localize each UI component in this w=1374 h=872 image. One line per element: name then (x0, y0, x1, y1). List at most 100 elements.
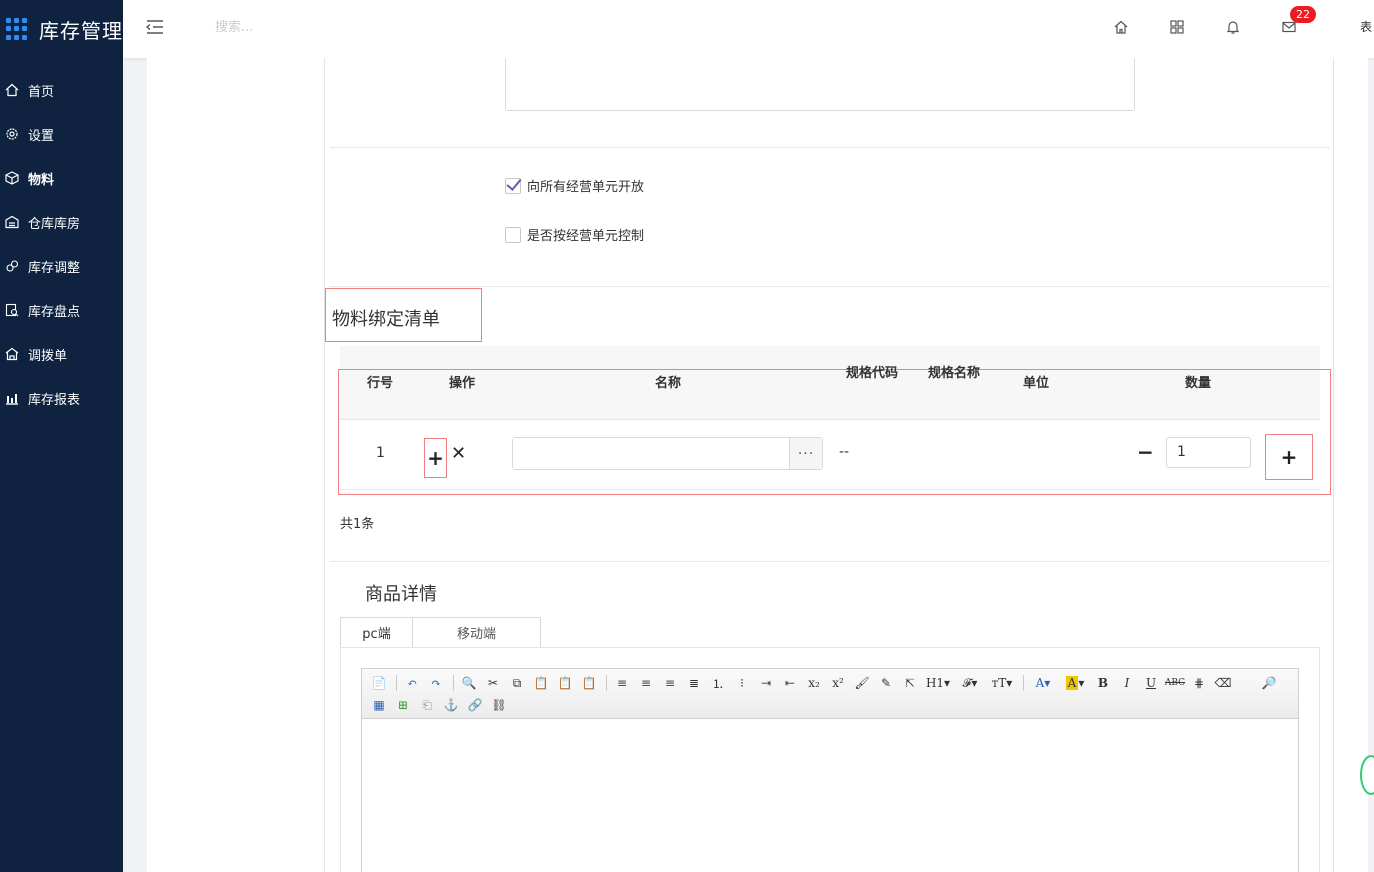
open-all-label: 向所有经营单元开放 (527, 180, 645, 195)
undo-icon[interactable]: ↶ (401, 673, 423, 693)
table-icon[interactable]: ▦ (368, 695, 390, 715)
row-divider (340, 489, 1320, 490)
sidebar-item-settings[interactable]: 设置 (0, 112, 123, 156)
underline-icon[interactable]: U (1140, 673, 1162, 693)
copy-icon[interactable]: ⧉ (506, 673, 528, 693)
app-title: 库存管理 (39, 18, 123, 43)
qty-increase-button[interactable]: + (1265, 434, 1313, 480)
qty-input[interactable]: 1 (1166, 437, 1251, 468)
font-family-icon[interactable]: 𝓕▾ (955, 673, 985, 693)
qty-decrease-button[interactable]: − (1137, 440, 1154, 464)
insert-row-icon[interactable]: ⊞ (392, 695, 414, 715)
main-content: 向所有经营单元开放 是否按经营单元控制 物料绑定清单 行号 操作 名称 规格代码… (147, 58, 1374, 872)
description-textarea[interactable] (505, 58, 1135, 111)
header-edge-text: 表 (1359, 20, 1372, 34)
outdent-icon[interactable]: ⇤ (779, 673, 801, 693)
col-spec-name-header: 规格名称 (927, 366, 980, 381)
tab-mobile[interactable]: 移动端 (413, 617, 541, 648)
search-input[interactable] (215, 20, 415, 35)
add-row-button[interactable]: + (424, 438, 447, 478)
paste-word-icon[interactable]: 📋 (578, 673, 600, 693)
sidebar-item-materials[interactable]: 物料 (0, 156, 123, 200)
sidebar-item-transfer[interactable]: 调拨单 (0, 332, 123, 376)
top-header: 22 表 (123, 0, 1374, 58)
material-name-input[interactable] (513, 438, 789, 469)
paste-icon[interactable]: 📋 (530, 673, 552, 693)
page-break-icon[interactable]: ⎗ (416, 695, 438, 715)
editor-body[interactable] (362, 719, 1298, 872)
unordered-list-icon[interactable]: ⁝ (731, 673, 753, 693)
divider (330, 286, 1330, 287)
gear-icon (4, 126, 20, 142)
sidebar-item-home[interactable]: 首页 (0, 68, 123, 112)
bell-icon[interactable] (1223, 17, 1243, 37)
menu-toggle-icon[interactable] (145, 18, 165, 36)
cut-icon[interactable]: ✂ (482, 673, 504, 693)
search-replace-icon[interactable]: 🔎 (1258, 673, 1280, 693)
bold-icon[interactable]: B (1092, 673, 1114, 693)
indent-icon[interactable]: ⇥ (755, 673, 777, 693)
redo-icon[interactable]: ↷ (425, 673, 447, 693)
select-all-icon[interactable]: ✎ (875, 673, 897, 693)
sidebar-item-stock-adjust[interactable]: 库存调整 (0, 244, 123, 288)
sidebar-item-label: 设置 (28, 128, 55, 144)
col-qty-header: 数量 (1184, 376, 1211, 391)
floating-widget[interactable] (1360, 755, 1374, 795)
eraser-icon[interactable]: ⌫ (1212, 673, 1234, 693)
app-logo[interactable]: 库存管理 (0, 0, 123, 58)
sidebar-item-label: 库存调整 (28, 260, 81, 276)
divider (330, 147, 1330, 148)
link-icon[interactable]: 🔗 (464, 695, 486, 715)
clear-format-icon[interactable]: 🖌 (851, 673, 873, 693)
align-center-icon[interactable]: ≡ (635, 673, 657, 693)
anchor-icon[interactable]: ⚓ (440, 695, 462, 715)
col-name-header: 名称 (654, 376, 681, 391)
pointer-icon[interactable]: ⇱ (899, 673, 921, 693)
control-label: 是否按经营单元控制 (527, 229, 645, 244)
paste-text-icon[interactable]: 📋 (554, 673, 576, 693)
row-number: 1 (376, 445, 385, 461)
sidebar-menu: 首页 设置 物料 仓库库房 库存调整 库存盘点 调拨单 库存报表 (0, 68, 123, 420)
highlight-color-icon[interactable]: A ▾ (1060, 673, 1090, 693)
home-icon[interactable] (1111, 17, 1131, 37)
apps-icon[interactable] (1167, 17, 1187, 37)
align-left-icon[interactable]: ≡ (611, 673, 633, 693)
heading-icon[interactable]: H1▾ (923, 673, 953, 693)
more-options-icon[interactable]: ··· (789, 438, 822, 469)
superscript-icon[interactable]: x² (827, 673, 849, 693)
apps-grid-icon (6, 18, 27, 40)
sidebar: 库存管理 首页 设置 物料 仓库库房 库存调整 库存盘点 调拨单 库存报表 (0, 0, 123, 872)
sidebar-item-label: 首页 (28, 84, 55, 100)
chart-icon (4, 390, 20, 406)
align-right-icon[interactable]: ≡ (659, 673, 681, 693)
subscript-icon[interactable]: x₂ (803, 673, 825, 693)
sidebar-item-label: 库存盘点 (28, 304, 81, 320)
form-card: 向所有经营单元开放 是否按经营单元控制 物料绑定清单 行号 操作 名称 规格代码… (324, 58, 1334, 872)
open-all-checkbox[interactable] (505, 177, 521, 194)
italic-icon[interactable]: I (1116, 673, 1138, 693)
details-section-title: 商品详情 (365, 584, 437, 605)
open-all-option[interactable]: 向所有经营单元开放 (505, 176, 644, 195)
strikethrough-icon[interactable]: ABC (1164, 673, 1186, 693)
control-checkbox[interactable] (505, 226, 521, 243)
font-color-icon[interactable]: A▾ (1028, 673, 1058, 693)
unlink-icon[interactable]: ⛓ (488, 695, 510, 715)
source-icon[interactable]: 📄 (368, 673, 390, 693)
col-spec-code-header: 规格代码 (845, 366, 898, 381)
sidebar-item-stock-count[interactable]: 库存盘点 (0, 288, 123, 332)
justify-icon[interactable]: ≣ (683, 673, 705, 693)
details-tabs: pc端 移动端 (340, 617, 541, 648)
sidebar-item-stock-report[interactable]: 库存报表 (0, 376, 123, 420)
grid-icon[interactable]: ⋕ (1188, 673, 1210, 693)
mail-count-badge: 22 (1290, 6, 1316, 23)
tab-pc[interactable]: pc端 (340, 617, 413, 648)
material-name-field[interactable]: ··· (512, 437, 823, 470)
delete-row-button[interactable]: ✕ (451, 443, 466, 464)
ordered-list-icon[interactable]: ⒈ (707, 673, 729, 693)
home-icon (4, 82, 20, 98)
preview-icon[interactable]: 🔍 (458, 673, 480, 693)
inventory-icon (4, 302, 20, 318)
font-size-icon[interactable]: тT▾ (987, 673, 1017, 693)
control-option[interactable]: 是否按经营单元控制 (505, 225, 644, 244)
sidebar-item-warehouse[interactable]: 仓库库房 (0, 200, 123, 244)
